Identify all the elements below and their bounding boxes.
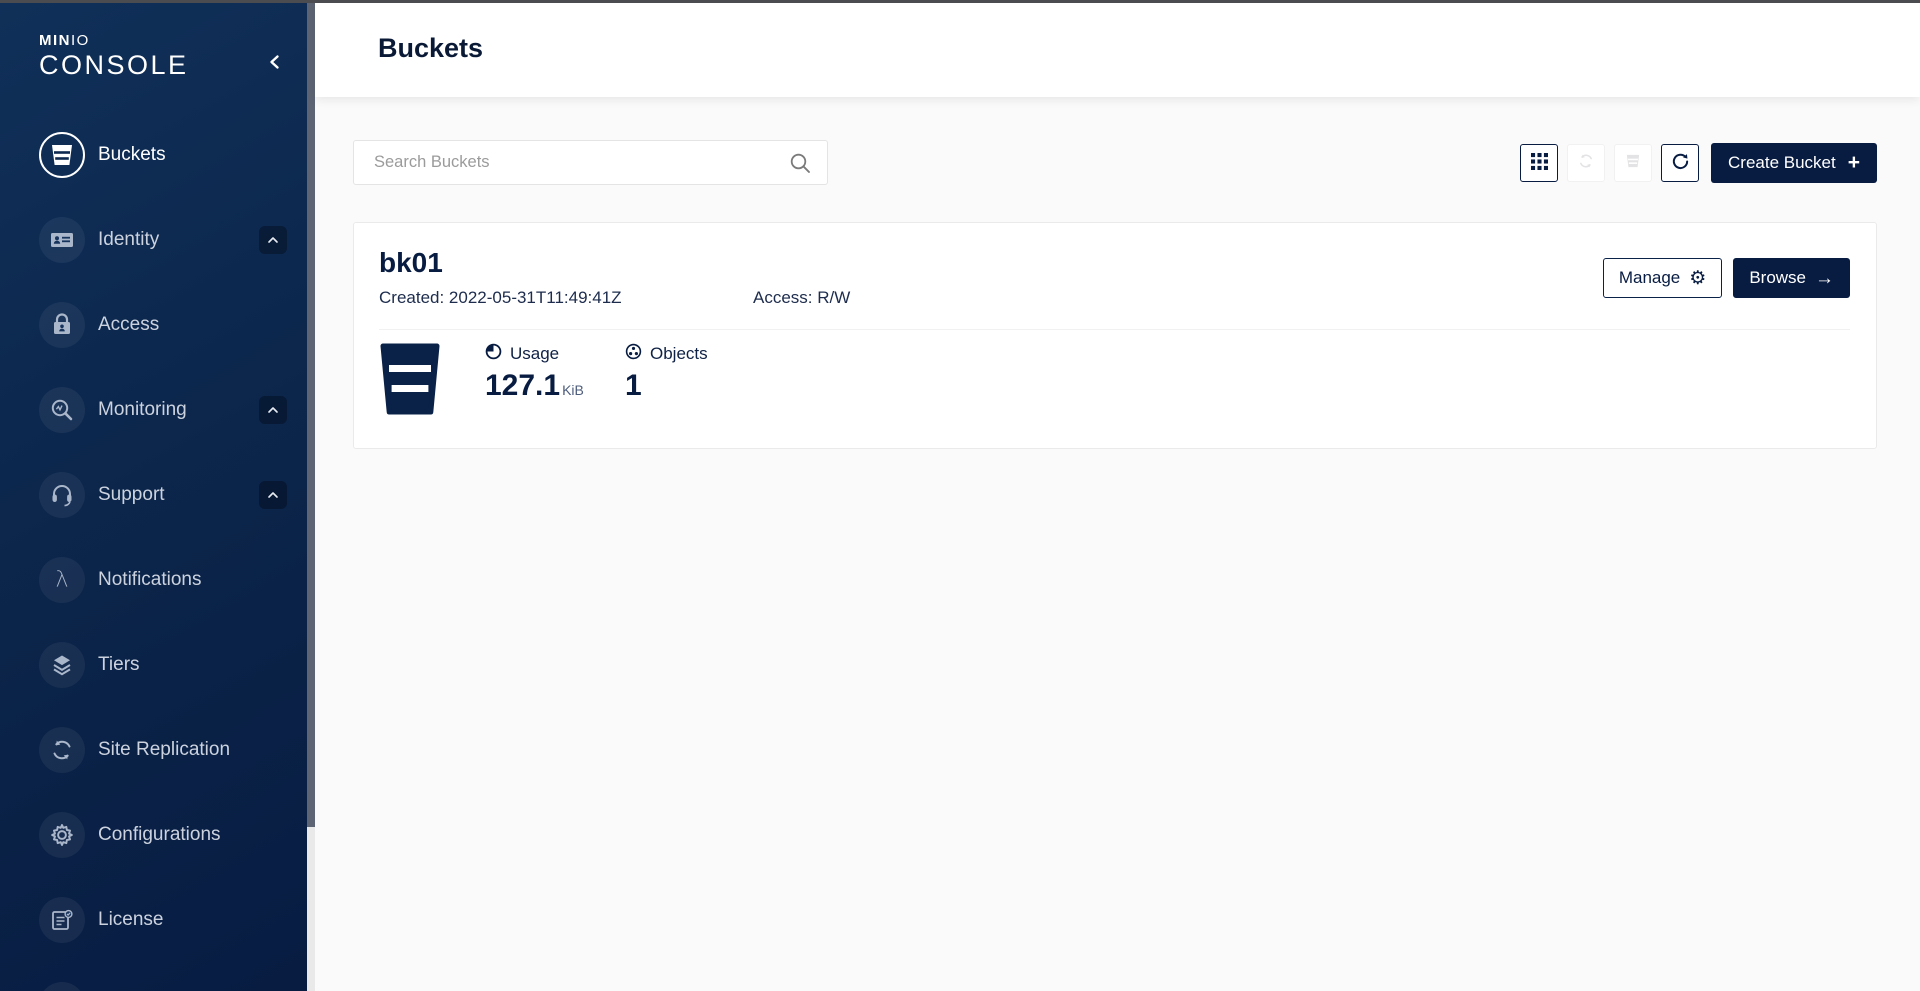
usage-pie-icon [485,343,502,365]
support-icon [39,471,85,518]
sidebar-item-support[interactable]: Support [0,452,307,537]
objects-label: Objects [650,344,708,364]
arrow-right-icon: → [1815,267,1834,289]
minio-console-app: MINIO CONSOLE Buckets Identity Access Mo… [0,0,1920,991]
refresh-icon [1671,152,1690,174]
actions-row: Create Bucket + [353,140,1877,185]
usage-stat: Usage 127.1 KiB [485,343,625,403]
chevron-up-icon [267,231,279,249]
sidebar-collapse-button[interactable] [264,52,286,74]
sidebar-item-license[interactable]: License [0,877,307,962]
sidebar: MINIO CONSOLE Buckets Identity Access Mo… [0,0,307,991]
bucket-card-buttons: Manage ⚙ Browse → [1602,247,1850,308]
bucket-icon [1625,153,1641,172]
sidebar-item-tiers[interactable]: Tiers [0,622,307,707]
monitor-search-icon [39,386,85,433]
bucket-card-info: bk01 Created: 2022-05-31T11:49:41Z Acces… [379,247,850,308]
page-title: Buckets [378,33,484,63]
logo-min: MIN [39,32,71,49]
license-doc-icon [39,896,85,943]
bucket-meta-row: Created: 2022-05-31T11:49:41Z Access: R/… [379,288,850,308]
sidebar-scrollbar-thumb[interactable] [307,0,315,827]
sidebar-item-partial[interactable] [0,962,307,991]
sidebar-item-buckets[interactable]: Buckets [0,112,307,197]
page-header: Buckets [315,0,1920,97]
create-bucket-label: Create Bucket [1728,152,1836,172]
usage-unit: KiB [562,382,584,399]
chevron-up-icon [267,401,279,419]
sidebar-item-identity[interactable]: Identity [0,197,307,282]
sidebar-item-access[interactable]: Access [0,282,307,367]
bucket-card: bk01 Created: 2022-05-31T11:49:41Z Acces… [353,222,1877,449]
delete-selected-buckets-button [1614,143,1652,182]
search-input[interactable] [374,153,789,172]
chevron-up-icon [267,486,279,504]
search-icon [789,152,811,174]
create-bucket-button[interactable]: Create Bucket + [1711,142,1877,183]
plus-icon: + [1847,151,1860,174]
sync-arrows-icon [39,726,85,773]
identity-card-icon [39,216,85,263]
bucket-name-link[interactable]: bk01 [379,247,850,279]
objects-icon [625,343,642,365]
usage-value: 127.1 [485,369,561,403]
sidebar-item-configurations[interactable]: Configurations [0,792,307,877]
content: Create Bucket + bk01 Created: 2022-05-31… [315,97,1920,449]
search-box[interactable] [353,140,828,185]
objects-stat: Objects 1 [625,343,765,403]
bucket-access-label: Access: R/W [753,288,851,308]
manage-button[interactable]: Manage ⚙ [1602,258,1723,298]
sync-arrows-icon [1577,152,1595,173]
sidebar-item-site-replication[interactable]: Site Replication [0,707,307,792]
bucket-icon [379,343,441,420]
replicate-selected-button [1567,143,1605,182]
bucket-icon [39,131,85,178]
sidebar-menu: Buckets Identity Access Monitoring Suppo… [0,112,307,991]
chevron-left-icon [267,54,283,73]
main-area: Buckets Search Buckets Create Bucket + b… [315,0,1920,991]
gear-icon: ⚙ [1689,267,1707,289]
sidebar-item-monitoring[interactable]: Monitoring [0,367,307,452]
svg-text:λ: λ [55,568,68,593]
browse-button[interactable]: Browse → [1733,258,1850,298]
usage-label: Usage [510,344,560,364]
sidebar-scrollbar[interactable] [307,0,315,991]
gear-icon [39,811,85,858]
logo-io: IO [71,32,90,49]
toolbar: Create Bucket + [1520,142,1877,183]
refresh-button[interactable] [1661,143,1699,182]
sidebar-item-notifications[interactable]: λ Notifications [0,537,307,622]
layers-icon [39,641,85,688]
lambda-icon: λ [39,556,85,603]
objects-value: 1 [625,369,642,403]
lock-icon [39,301,85,348]
bucket-stats: Usage 127.1 KiB Objects 1 [379,330,1850,420]
window-top-edge [0,0,1920,3]
list-view-toggle-button[interactable] [1520,143,1558,182]
bucket-created-label: Created: 2022-05-31T11:49:41Z [379,288,622,308]
grid-view-icon [1530,152,1548,173]
